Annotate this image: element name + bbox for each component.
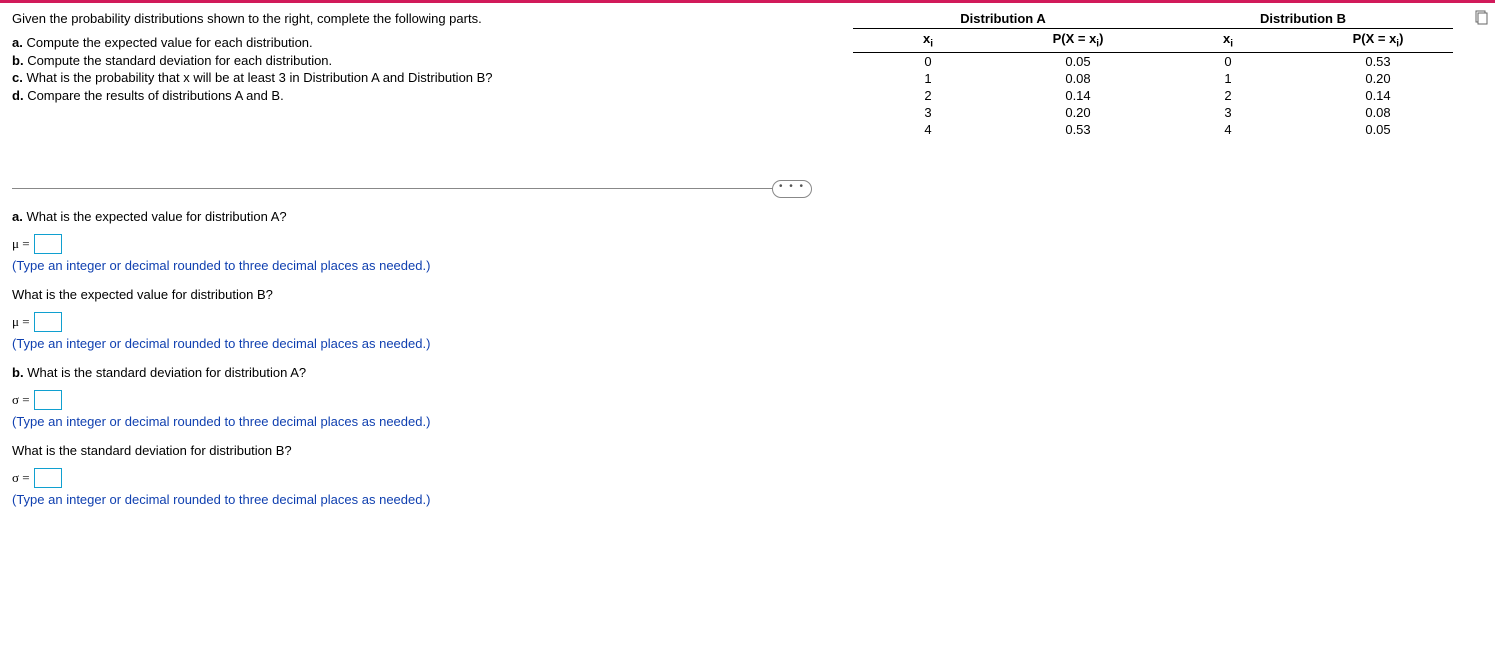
distribution-a-table: Distribution A xi P(X = xi) 00.05 10.08 … [853,11,1153,138]
table-row: 40.05 [1153,121,1453,138]
mu-symbol: μ = [12,314,30,330]
question-b-stddev-a: b. What is the standard deviation for di… [12,365,1483,380]
intro-text: Given the probability distributions show… [12,11,833,26]
table-row: 20.14 [853,87,1153,104]
dist-a-title: Distribution A [853,11,1153,28]
hint-text: (Type an integer or decimal rounded to t… [12,336,1483,351]
dist-a-col-x: xi [853,29,1003,53]
hint-text: (Type an integer or decimal rounded to t… [12,414,1483,429]
question-a-expected-b: What is the expected value for distribut… [12,287,1483,302]
table-row: 10.20 [1153,70,1453,87]
part-b: b. Compute the standard deviation for ea… [12,52,833,70]
problem-statement: Given the probability distributions show… [12,11,853,138]
mu-symbol: μ = [12,236,30,252]
part-a: a. Compute the expected value for each d… [12,34,833,52]
table-row: 20.14 [1153,87,1453,104]
table-row: 10.08 [853,70,1153,87]
table-row: 30.08 [1153,104,1453,121]
table-row: 40.53 [853,121,1153,138]
expected-value-a-input[interactable] [34,234,62,254]
expand-dots-button[interactable]: • • • [772,180,812,198]
question-b-stddev-b: What is the standard deviation for distr… [12,443,1483,458]
sigma-symbol: σ = [12,470,30,486]
part-c: c. What is the probability that x will b… [12,69,833,87]
hint-text: (Type an integer or decimal rounded to t… [12,258,1483,273]
sigma-symbol: σ = [12,392,30,408]
copy-icon[interactable] [1473,10,1489,26]
stddev-b-input[interactable] [34,468,62,488]
table-row: 00.05 [853,52,1153,70]
dist-a-col-p: P(X = xi) [1003,29,1153,53]
dist-b-col-p: P(X = xi) [1303,29,1453,53]
table-row: 30.20 [853,104,1153,121]
question-a-expected-a: a. What is the expected value for distri… [12,209,1483,224]
expected-value-b-input[interactable] [34,312,62,332]
hint-text: (Type an integer or decimal rounded to t… [12,492,1483,507]
distribution-b-table: Distribution B xi P(X = xi) 00.53 10.20 … [1153,11,1453,138]
dist-b-title: Distribution B [1153,11,1453,28]
stddev-a-input[interactable] [34,390,62,410]
dist-b-col-x: xi [1153,29,1303,53]
table-row: 00.53 [1153,52,1453,70]
part-d: d. Compare the results of distributions … [12,87,833,105]
section-divider: • • • [12,188,792,189]
